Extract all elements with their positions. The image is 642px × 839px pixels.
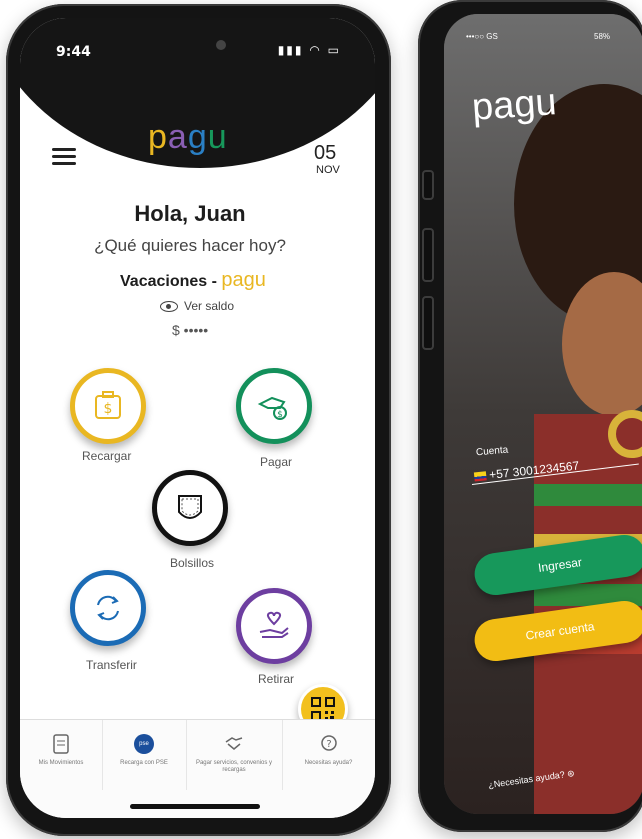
camera-dot bbox=[216, 40, 226, 50]
signal-icon: ▮▮▮ bbox=[277, 43, 304, 57]
greeting: Hola, Juan bbox=[134, 201, 246, 226]
nav-label: Necesitas ayuda? bbox=[304, 760, 353, 766]
app-logo-white: pagu bbox=[470, 81, 558, 129]
svg-text:$: $ bbox=[277, 410, 283, 420]
mute-switch bbox=[422, 170, 434, 200]
help-icon: ⊛ bbox=[566, 767, 576, 779]
pocket-icon bbox=[178, 495, 202, 519]
nav-recarga-pse[interactable]: pse Recarga con PSE bbox=[102, 720, 187, 790]
wallet-selector[interactable]: Vacaciones - pagu bbox=[120, 269, 266, 292]
transferir-button[interactable] bbox=[70, 570, 146, 646]
nav-pagar-servicios[interactable]: Pagar servicios, convenios y recargas bbox=[186, 720, 283, 790]
nav-label: Recarga con PSE bbox=[120, 760, 168, 766]
date-day: 05 bbox=[314, 142, 337, 164]
hand-heart-icon bbox=[259, 611, 289, 638]
app-logo: pagu bbox=[148, 118, 228, 157]
background-photo bbox=[444, 14, 642, 814]
qr-code-icon bbox=[311, 697, 335, 721]
help-icon: ? bbox=[320, 735, 337, 751]
battery-icon: ▭ bbox=[327, 43, 341, 57]
transfer-arrows-icon bbox=[97, 595, 119, 621]
nav-label: Mis Movimientos bbox=[38, 760, 84, 766]
volume-up-button bbox=[422, 228, 434, 282]
bolsillos-button[interactable] bbox=[152, 470, 228, 546]
status-carrier: •••○○ GS bbox=[466, 32, 498, 41]
status-battery: 58% bbox=[594, 32, 611, 41]
nav-label: Pagar servicios, convenios y recargas bbox=[195, 760, 273, 773]
hand-coin-icon: $ bbox=[257, 396, 287, 420]
phone-left: 9:44 ▮▮▮ ◠ ▭ pagu 05 NOV Hola, Juan ¿Qué… bbox=[6, 4, 391, 836]
bolsillos-label: Bolsillos bbox=[170, 556, 215, 570]
status-time: 9:44 bbox=[56, 44, 91, 60]
handshake-icon bbox=[225, 737, 243, 750]
logo-letter-p: p bbox=[148, 118, 168, 156]
home-indicator bbox=[130, 804, 260, 809]
ver-saldo-label: Ver saldo bbox=[184, 299, 235, 313]
svg-text:?: ? bbox=[326, 739, 331, 750]
recargar-button[interactable]: $ bbox=[70, 368, 146, 444]
logo-letter-a: a bbox=[167, 118, 188, 156]
pagar-label: Pagar bbox=[260, 455, 293, 469]
retirar-button[interactable] bbox=[236, 588, 312, 664]
document-icon bbox=[53, 734, 69, 754]
phone-right: •••○○ GS 58% pagu Cuenta +57 3001234567 … bbox=[418, 0, 642, 832]
nav-ayuda[interactable]: ? Necesitas ayuda? bbox=[282, 720, 375, 790]
transferir-label: Transferir bbox=[86, 658, 137, 672]
logo-letter-g: g bbox=[187, 118, 208, 156]
volume-down-button bbox=[422, 296, 434, 350]
logo-letter-u: u bbox=[207, 118, 228, 156]
login-screen: •••○○ GS 58% pagu Cuenta +57 3001234567 … bbox=[444, 14, 642, 814]
prompt-question: ¿Qué quieres hacer hoy? bbox=[94, 236, 286, 255]
colombia-flag-icon bbox=[473, 471, 487, 482]
hidden-balance: $ ••••• bbox=[172, 322, 209, 338]
hamburger-menu-icon[interactable] bbox=[52, 148, 76, 169]
date-month: NOV bbox=[316, 164, 340, 176]
svg-text:$: $ bbox=[104, 401, 113, 417]
pse-icon: pse bbox=[134, 734, 154, 754]
pagar-button[interactable]: $ bbox=[236, 368, 312, 444]
status-icons: ▮▮▮ ◠ ▭ bbox=[278, 43, 341, 57]
eye-icon bbox=[160, 301, 178, 313]
wifi-icon: ◠ bbox=[309, 43, 322, 57]
money-bag-icon: $ bbox=[95, 391, 121, 419]
nav-mis-movimientos[interactable]: Mis Movimientos bbox=[20, 720, 103, 790]
retirar-label: Retirar bbox=[258, 672, 295, 686]
wallet-name: Vacaciones - bbox=[120, 273, 217, 290]
home-screen: 9:44 ▮▮▮ ◠ ▭ pagu 05 NOV Hola, Juan ¿Qué… bbox=[20, 18, 375, 818]
wallet-brand-logo: pagu bbox=[221, 269, 266, 291]
recargar-label: Recargar bbox=[82, 449, 132, 463]
ver-saldo-toggle[interactable]: Ver saldo bbox=[160, 299, 234, 313]
